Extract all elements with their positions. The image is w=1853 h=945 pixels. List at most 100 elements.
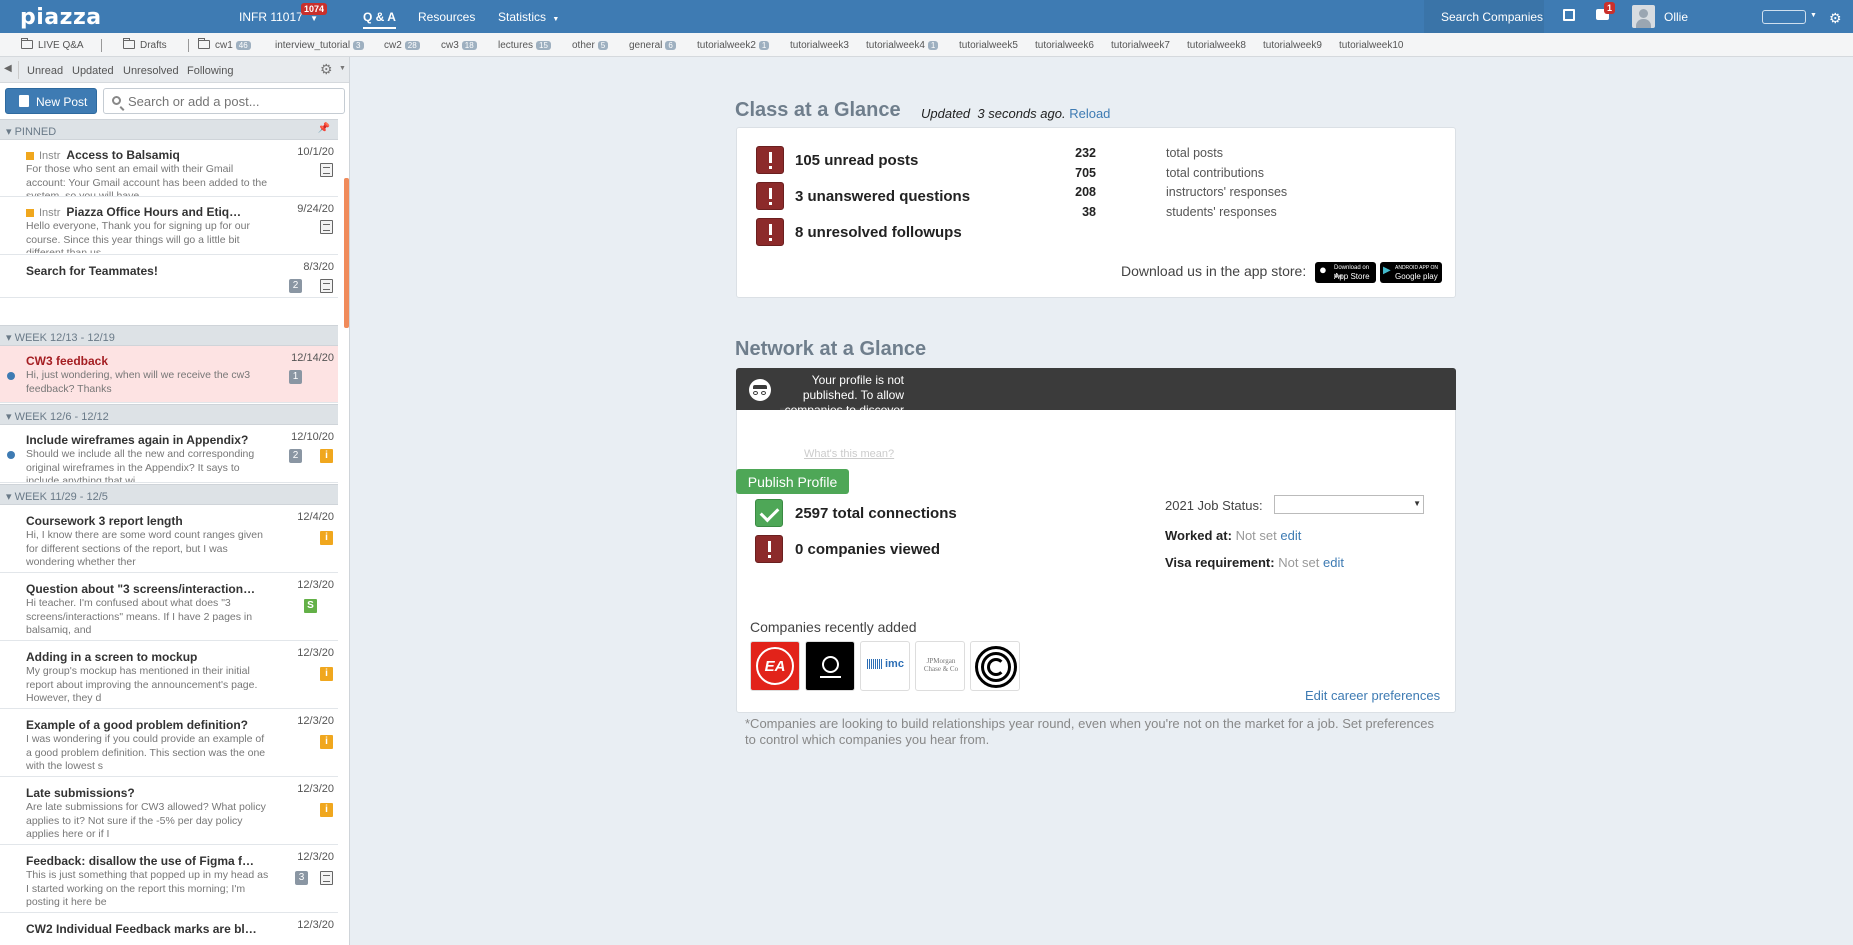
- tab-resources[interactable]: Resources: [418, 10, 475, 24]
- folder-cw2[interactable]: cw2 28: [384, 40, 420, 51]
- edit-career-preferences-link[interactable]: Edit career preferences: [1305, 688, 1440, 703]
- gear-icon[interactable]: ⚙: [320, 61, 333, 78]
- scrollbar-thumb[interactable]: [344, 178, 349, 328]
- tab-qa[interactable]: Q & A: [363, 10, 396, 29]
- calendar-icon[interactable]: [1563, 9, 1575, 21]
- list-item[interactable]: Question about "3 screens/interaction… 1…: [0, 573, 338, 641]
- collapse-icon[interactable]: ◀: [4, 63, 12, 74]
- total-connections: 2597 total connections: [795, 505, 957, 522]
- unresolved-followups[interactable]: 8 unresolved followups: [795, 224, 962, 241]
- folder-tutorialweek5[interactable]: tutorialweek5: [959, 40, 1018, 51]
- company-logo-5[interactable]: O: [970, 641, 1020, 691]
- messages-badge: 1: [1604, 2, 1616, 14]
- statistics-label: Statistics: [498, 10, 547, 24]
- class-glance-title: Class at a Glance: [735, 99, 901, 121]
- filter-unread[interactable]: Unread: [27, 65, 63, 77]
- filter-following[interactable]: Following: [187, 65, 233, 77]
- network-footnote: *Companies are looking to build relation…: [745, 716, 1434, 747]
- folder-tutorialweek10[interactable]: tutorialweek10: [1339, 40, 1403, 51]
- folder-interview-tutorial[interactable]: interview_tutorial 3: [275, 40, 364, 51]
- student-answer-icon: S: [304, 599, 317, 613]
- publish-profile-button[interactable]: Publish Profile: [736, 469, 849, 494]
- folder-live-qa[interactable]: LIVE Q&A: [21, 38, 84, 51]
- folder-icon: [198, 38, 210, 49]
- folder-tutorialweek9[interactable]: tutorialweek9: [1263, 40, 1322, 51]
- search-box[interactable]: [103, 88, 345, 114]
- reload-link[interactable]: Reload: [1069, 106, 1110, 121]
- avatar[interactable]: [1632, 5, 1655, 28]
- tab-statistics[interactable]: Statistics ▼: [498, 10, 559, 24]
- status-dropdown[interactable]: [1762, 10, 1806, 24]
- unread-dot: [7, 451, 15, 459]
- chevron-down-icon: ▼: [1810, 12, 1817, 19]
- list-item[interactable]: CW2 Individual Feedback marks are bl… 12…: [0, 913, 338, 945]
- instructor-tag: Instr: [26, 207, 60, 219]
- list-item[interactable]: Include wireframes again in Appendix? 12…: [0, 425, 338, 483]
- folder-general[interactable]: general 6: [629, 40, 676, 51]
- top-navbar: piazza INFR 11017 ▼ 1074 Q & A Resources…: [0, 0, 1853, 33]
- list-item[interactable]: Search for Teammates! 8/3/20 2: [0, 255, 338, 298]
- note-icon: [320, 871, 333, 885]
- folder-lectures[interactable]: lectures 15: [498, 40, 551, 51]
- edit-worked-at-link[interactable]: edit: [1280, 528, 1301, 543]
- folder-tutorialweek7[interactable]: tutorialweek7: [1111, 40, 1170, 51]
- folder-drafts[interactable]: Drafts: [123, 38, 167, 51]
- google-play-button[interactable]: ▶ ANDROID APP ON Google play: [1380, 262, 1442, 283]
- class-unread-badge: 1074: [301, 3, 328, 15]
- piazza-logo[interactable]: piazza: [20, 5, 102, 30]
- unanswered-icon: i: [320, 667, 333, 681]
- chevron-down-icon: ▼: [1413, 499, 1421, 508]
- whats-this-link[interactable]: What's this mean?: [804, 448, 894, 460]
- list-item[interactable]: CW3 feedback 12/14/20 Hi, just wondering…: [0, 346, 338, 403]
- worked-at-row: Worked at: Not set edit: [1165, 528, 1302, 543]
- unanswered-icon: i: [320, 449, 333, 463]
- alert-icon: [756, 218, 784, 246]
- folder-cw1[interactable]: cw1 46: [198, 38, 251, 51]
- group-week-12-13[interactable]: ▾ WEEK 12/13 - 12/19: [0, 325, 338, 346]
- new-post-button[interactable]: New Post: [5, 88, 97, 114]
- reply-count-badge: 2: [289, 449, 302, 463]
- folder-tutorialweek3[interactable]: tutorialweek3: [790, 40, 849, 51]
- search-input[interactable]: [128, 93, 338, 109]
- filter-updated[interactable]: Updated: [72, 65, 114, 77]
- folder-cw3[interactable]: cw3 18: [441, 40, 477, 51]
- company-logo-2[interactable]: O: [805, 641, 855, 691]
- unanswered-icon: i: [320, 531, 333, 545]
- unread-posts[interactable]: 105 unread posts: [795, 152, 918, 169]
- app-store-button[interactable]: ● Download on the App Store: [1315, 262, 1376, 283]
- folder-other[interactable]: other 5: [572, 40, 609, 51]
- network-glance-title: Network at a Glance: [735, 338, 927, 360]
- note-icon: [320, 220, 333, 234]
- job-status-select[interactable]: ▼: [1274, 495, 1424, 514]
- jpmorgan-logo[interactable]: JPMorgan Chase & Co: [915, 641, 965, 691]
- folder-tutorialweek2[interactable]: tutorialweek2 1: [697, 40, 770, 51]
- reply-count-badge: 1: [289, 370, 302, 384]
- folder-bar: LIVE Q&A Drafts cw1 46 interview_tutorial…: [0, 33, 1853, 57]
- imc-logo[interactable]: imc: [860, 641, 910, 691]
- group-week-11-29[interactable]: ▾ WEEK 11/29 - 12/5: [0, 484, 338, 505]
- filter-unresolved[interactable]: Unresolved: [123, 65, 179, 77]
- list-item[interactable]: Instr Access to Balsamiq 10/1/20 For thos…: [0, 140, 338, 197]
- folder-tutorialweek6[interactable]: tutorialweek6: [1035, 40, 1094, 51]
- gear-icon[interactable]: ⚙: [1829, 10, 1842, 27]
- list-item[interactable]: Example of a good problem definition? 12…: [0, 709, 338, 777]
- ea-logo[interactable]: EA: [750, 641, 800, 691]
- list-item[interactable]: Late submissions? 12/3/20 Are late submi…: [0, 777, 338, 845]
- search-companies-button[interactable]: Search Companies: [1424, 0, 1544, 33]
- list-item[interactable]: Adding in a screen to mockup 12/3/20 My …: [0, 641, 338, 709]
- alert-icon: [756, 182, 784, 210]
- chevron-down-icon[interactable]: ▼: [339, 65, 346, 72]
- unread-dot: [7, 372, 15, 380]
- check-icon: [755, 499, 783, 527]
- group-pinned[interactable]: ▾ PINNED 📌: [0, 119, 338, 140]
- note-icon: [320, 163, 333, 177]
- unanswered-questions[interactable]: 3 unanswered questions: [795, 188, 970, 205]
- folder-tutorialweek4[interactable]: tutorialweek4 1: [866, 40, 939, 51]
- user-name[interactable]: Ollie: [1664, 10, 1688, 24]
- list-item[interactable]: Feedback: disallow the use of Figma f… 1…: [0, 845, 338, 913]
- folder-tutorialweek8[interactable]: tutorialweek8: [1187, 40, 1246, 51]
- list-item[interactable]: Coursework 3 report length 12/4/20 Hi, I…: [0, 505, 338, 573]
- list-item[interactable]: Instr Piazza Office Hours and Etiq… 9/24/…: [0, 197, 338, 255]
- group-week-12-6[interactable]: ▾ WEEK 12/6 - 12/12: [0, 404, 338, 425]
- edit-visa-link[interactable]: edit: [1323, 555, 1344, 570]
